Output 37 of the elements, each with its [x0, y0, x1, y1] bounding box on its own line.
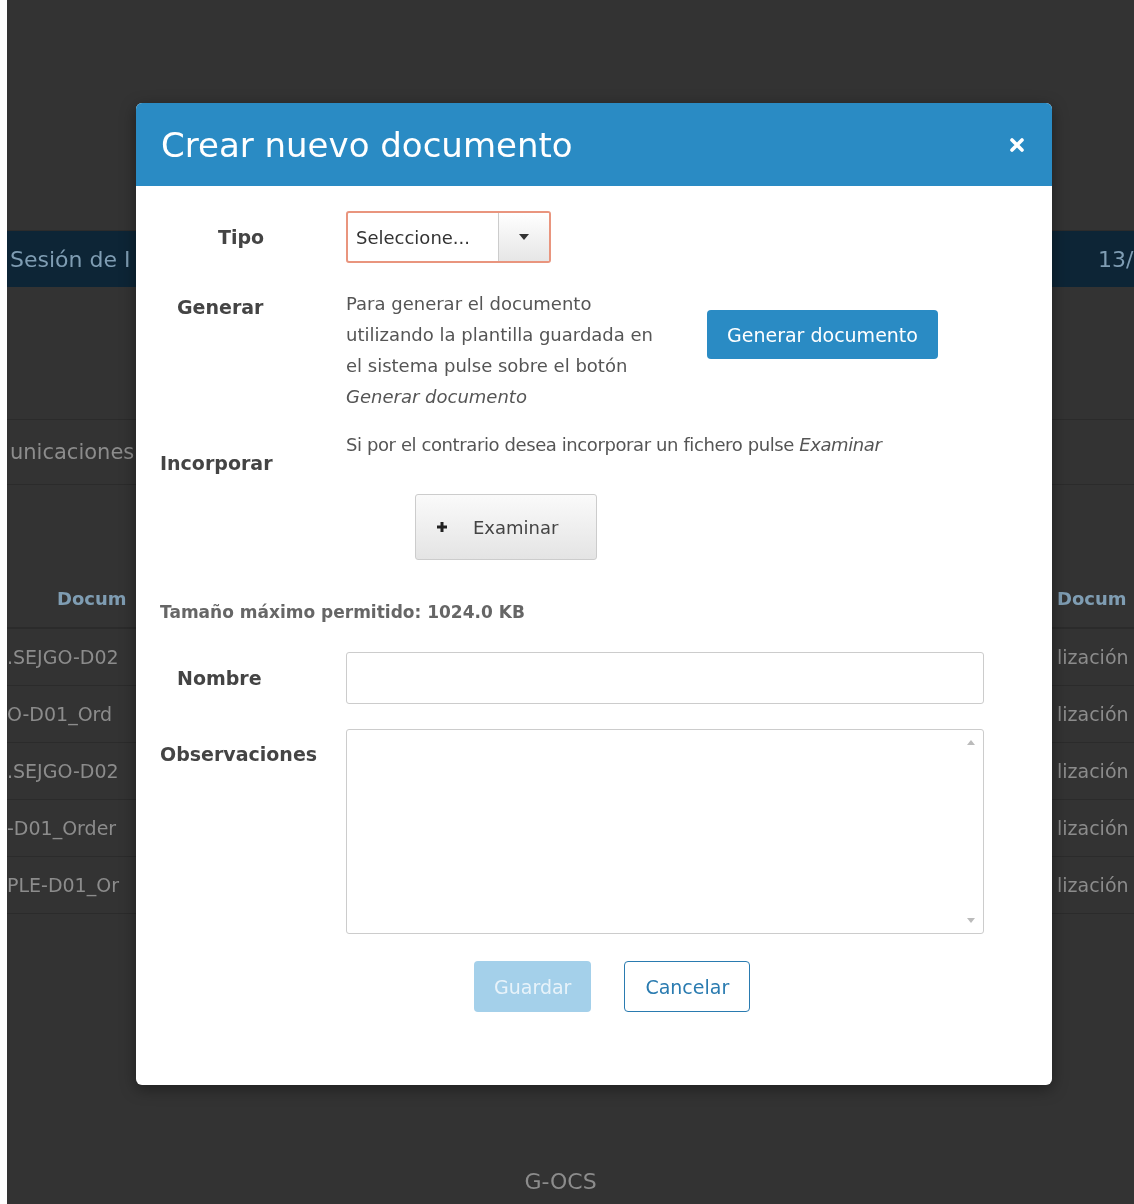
- banner-title: Sesión de I: [9, 246, 131, 272]
- scroll-down-icon: [967, 918, 975, 923]
- max-size-note: Tamaño máximo permitido: 1024.0 KB: [160, 602, 526, 622]
- plus-icon: [436, 521, 448, 533]
- table-cell-text: lización: [1057, 646, 1130, 668]
- column-header: Docum: [1057, 587, 1128, 609]
- table-cell: PLE-D01_Or: [7, 874, 119, 896]
- browse-button[interactable]: Examinar: [415, 494, 597, 560]
- column-header: Docum: [56, 587, 127, 609]
- help-text: Si por el contrario desea incorporar un fichero pulse Examinar: [346, 434, 882, 457]
- table-cell: O-D01_Ord: [7, 703, 113, 725]
- name-input[interactable]: [346, 652, 984, 704]
- close-button[interactable]: [1010, 137, 1024, 152]
- notes-textarea[interactable]: [346, 729, 984, 934]
- footer-logo-text: G-OCS: [524, 1169, 598, 1194]
- field-label: Nombre: [176, 667, 263, 689]
- scroll-up-icon: [967, 740, 975, 745]
- table-cell-text: lización: [1057, 817, 1130, 839]
- caret-icon: [519, 234, 529, 240]
- cancel-button[interactable]: Cancelar: [624, 961, 751, 1012]
- field-label: Generar: [176, 295, 265, 320]
- table-cell-text: lización: [1057, 703, 1130, 725]
- table-cell: -D01_Order: [7, 817, 117, 839]
- help-text: Para generar el documento utilizando la plantilla guardada en el sistema pulse sobre el botón Generar documento: [346, 292, 654, 409]
- field-label: Observaciones: [160, 742, 319, 767]
- table-cell-text: lización: [1057, 760, 1130, 782]
- close-icon: [1010, 137, 1024, 152]
- section-title: unicaciones: [9, 440, 135, 464]
- banner-date: 13/: [1098, 246, 1134, 272]
- dialog-title: Crear nuevo documento: [161, 124, 573, 165]
- type-select[interactable]: Seleccione...: [346, 211, 551, 263]
- table-cell-text: lización: [1057, 874, 1130, 896]
- generate-button[interactable]: Generar documento: [707, 310, 938, 359]
- field-label: Incorporar: [160, 451, 274, 474]
- field-label: Tipo: [217, 226, 266, 248]
- table-cell: .SEJGO-D02: [7, 646, 119, 668]
- table-cell: .SEJGO-D02: [7, 760, 119, 782]
